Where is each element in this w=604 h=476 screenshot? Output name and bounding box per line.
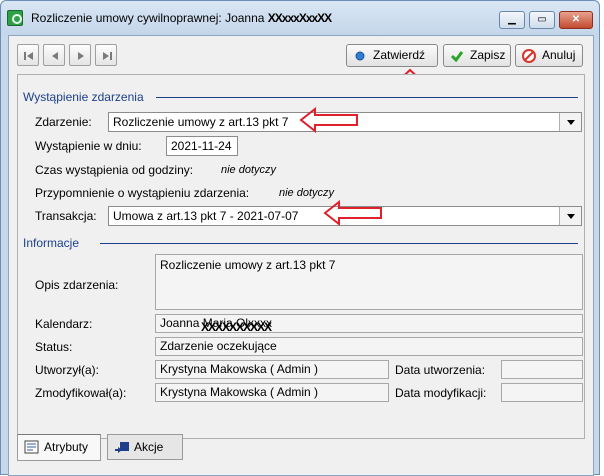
app-icon — [7, 10, 23, 26]
tab-actions[interactable]: Akcje — [107, 434, 183, 460]
first-icon — [24, 52, 33, 60]
transaction-label: Transakcja: — [35, 209, 97, 223]
event-dropdown-button[interactable] — [559, 113, 581, 131]
modified-by-field: Krystyna Makowska ( Admin ) — [155, 383, 389, 402]
modified-date-label: Data modyfikacji: — [395, 386, 487, 400]
last-icon — [103, 52, 112, 60]
next-record-button[interactable] — [69, 44, 91, 66]
save-button[interactable]: Zapisz — [443, 44, 511, 67]
maximize-button[interactable]: ▭ — [529, 11, 555, 29]
description-memo[interactable]: Rozliczenie umowy z art.13 pkt 7 — [155, 254, 583, 310]
calendar-label: Kalendarz: — [35, 317, 93, 331]
created-by-label: Utworzył(a): — [35, 363, 100, 377]
created-by-field: Krystyna Makowska ( Admin ) — [155, 360, 389, 379]
event-section-heading: Wystąpienie zdarzenia — [23, 90, 144, 104]
section-divider — [100, 243, 578, 244]
dialog-body: Zatwierdź Zapisz Anuluj Wystąpienie zdar… — [8, 35, 594, 476]
actions-icon — [115, 442, 129, 453]
info-section-heading: Informacje — [23, 236, 80, 250]
title-bar[interactable]: Rozliczenie umowy cywilnoprawnej: Joanna… — [1, 1, 599, 35]
minimize-button[interactable]: ▁ — [499, 11, 525, 29]
first-record-button[interactable] — [17, 44, 39, 66]
time-value: nie dotyczy — [221, 164, 277, 176]
cancel-icon — [522, 49, 536, 63]
close-button[interactable]: ✕ — [559, 11, 593, 29]
previous-record-button[interactable] — [43, 44, 65, 66]
previous-icon — [52, 52, 58, 60]
confirm-button[interactable]: Zatwierdź — [346, 44, 438, 67]
created-date-field — [501, 360, 583, 379]
time-label: Czas wystąpienia od godziny: — [35, 163, 194, 177]
window-title: Rozliczenie umowy cywilnoprawnej: Joanna… — [31, 11, 332, 25]
event-label: Zdarzenie: — [35, 115, 92, 129]
redaction-mark: XXxxxXxxXX — [267, 11, 332, 25]
reminder-label: Przypomnienie o wystąpieniu zdarzenia: — [35, 186, 250, 200]
checkmark-icon — [450, 51, 464, 63]
modified-date-field — [501, 383, 583, 402]
tab-attributes[interactable]: Atrybuty — [17, 434, 101, 461]
next-icon — [78, 52, 84, 60]
last-record-button[interactable] — [95, 44, 117, 66]
cancel-button[interactable]: Anuluj — [515, 44, 583, 67]
description-label: Opis zdarzenia: — [35, 278, 119, 292]
status-label: Status: — [35, 340, 73, 354]
section-divider — [156, 97, 578, 98]
reminder-value: nie dotyczy — [279, 187, 335, 199]
dialog-window: Rozliczenie umowy cywilnoprawnej: Joanna… — [0, 0, 600, 476]
confirm-dot-icon — [355, 51, 365, 61]
annotation-left-arrow — [323, 200, 382, 226]
annotation-left-arrow — [299, 107, 358, 133]
date-label: Wystąpienie w dniu: — [35, 139, 142, 153]
status-field: Zdarzenie oczekujące — [155, 337, 583, 356]
date-field[interactable]: 2021-11-24 — [166, 136, 238, 156]
redaction-mark: XXXXXXXXXX — [201, 320, 272, 334]
transaction-dropdown-button[interactable] — [559, 207, 581, 225]
created-date-label: Data utworzenia: — [395, 363, 486, 377]
attributes-icon — [24, 440, 39, 454]
modified-by-label: Zmodyfikował(a): — [35, 386, 127, 400]
